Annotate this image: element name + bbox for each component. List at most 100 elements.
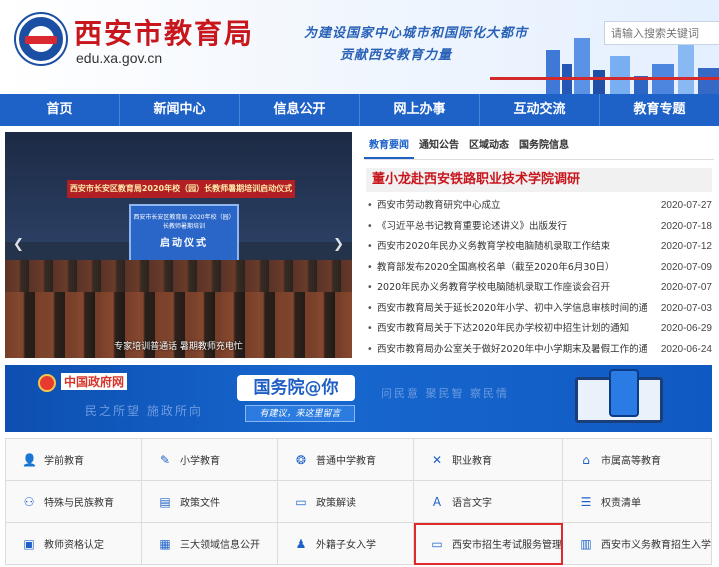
service-vocational[interactable]: ✕ 职业教育 xyxy=(414,439,563,481)
news-item[interactable]: 《习近平总书记教育重要论述讲义》出版发行 2020-07-18 xyxy=(364,217,714,238)
slide-caption[interactable]: 专家培训普通话 暑期教师充电忙 xyxy=(5,339,352,352)
news-tabs: 教育要闻 通知公告 区域动态 国务院信息 xyxy=(364,132,714,160)
nav-item-disclosure[interactable]: 信息公开 xyxy=(240,94,360,126)
news-date: 2020-07-07 xyxy=(660,282,712,293)
nav-item-home[interactable]: 首页 xyxy=(0,94,120,126)
phone-illustration-icon xyxy=(609,369,639,417)
stage-screen: 西安市长安区教育局 2020年校（园）长教师暑期培训 启动仪式 xyxy=(129,204,239,262)
nav-item-topics[interactable]: 教育专题 xyxy=(600,94,719,126)
news-date: 2020-07-12 xyxy=(660,241,712,252)
news-title[interactable]: 2020年民办义务教育学校电脑随机录取工作座谈会召开 xyxy=(377,278,647,299)
service-label: 政策文件 xyxy=(180,498,220,509)
service-higher-ed[interactable]: ⌂ 市属高等教育 xyxy=(563,439,712,481)
slide-prev-arrow-icon[interactable]: ❮ xyxy=(13,237,24,252)
tools-icon: ✕ xyxy=(431,452,443,467)
page: 西安市教育局 edu.xa.gov.cn 为建设国家中心城市和国际化大都市 贡献… xyxy=(0,0,719,567)
screen-text-2: 启动仪式 xyxy=(160,238,208,249)
slogan-line-1: 为建设国家中心城市和国际化大都市 xyxy=(304,26,529,41)
nav-item-online-service[interactable]: 网上办事 xyxy=(360,94,480,126)
gov-site-logo: 中国政府网 xyxy=(61,373,128,390)
service-language[interactable]: A 语言文字 xyxy=(414,481,563,523)
banner-left-tags: 民之所望 施政所向 xyxy=(85,404,203,418)
service-label: 西安市招生考试服务管理 xyxy=(452,540,562,551)
service-preschool[interactable]: 👤 学前教育 xyxy=(6,439,142,481)
news-title[interactable]: 西安市教育局关于延长2020年小学、初中入学信息审核时间的通知 xyxy=(377,299,647,320)
news-title[interactable]: 西安市2020年民办义务教育学校电脑随机录取工作结束 xyxy=(377,237,647,258)
stage-banner: 西安市长安区教育局2020年校（园）长教师暑期培训启动仪式 xyxy=(67,180,295,198)
service-primary[interactable]: ✎ 小学教育 xyxy=(142,439,278,481)
banner-main-title: 国务院@你 xyxy=(237,375,355,401)
tab-notices[interactable]: 通知公告 xyxy=(414,132,464,159)
service-teacher-cert[interactable]: ▣ 教师资格认定 xyxy=(6,523,142,565)
service-compulsory-enrollment[interactable]: ▥ 西安市义务教育招生入学 xyxy=(563,523,712,565)
service-responsibility-list[interactable]: ☰ 权责清单 xyxy=(563,481,712,523)
grid-icon: ▥ xyxy=(580,536,592,551)
service-label: 三大领域信息公开 xyxy=(180,540,260,551)
service-label: 语言文字 xyxy=(452,498,492,509)
tab-state-council[interactable]: 国务院信息 xyxy=(514,132,574,159)
service-secondary[interactable]: ❂ 普通中学教育 xyxy=(278,439,414,481)
service-exam-admin[interactable]: ▭ 西安市招生考试服务管理 xyxy=(414,523,563,565)
nav-item-interaction[interactable]: 互动交流 xyxy=(480,94,600,126)
main-nav: 首页 新闻中心 信息公开 网上办事 互动交流 教育专题 xyxy=(0,94,719,126)
news-date: 2020-07-09 xyxy=(660,261,712,273)
news-date: 2020-07-03 xyxy=(660,302,712,314)
news-panel: 教育要闻 通知公告 区域动态 国务院信息 董小龙赴西安铁路职业技术学院调研 西安… xyxy=(364,132,714,360)
service-label: 职业教育 xyxy=(452,456,492,467)
news-date: 2020-07-27 xyxy=(660,200,712,211)
service-label: 权责清单 xyxy=(601,498,641,509)
news-list: 西安市劳动教育研究中心成立 2020-07-27 《习近平总书记教育重要论述讲义》… xyxy=(364,196,714,360)
list-icon: ☰ xyxy=(580,494,592,509)
service-label: 外籍子女入学 xyxy=(316,540,376,551)
slide-next-arrow-icon[interactable]: ❯ xyxy=(333,237,344,252)
news-item[interactable]: 2020年民办义务教育学校电脑随机录取工作座谈会召开 2020-07-07 xyxy=(364,278,714,299)
nav-item-news[interactable]: 新闻中心 xyxy=(120,94,240,126)
service-label: 市属高等教育 xyxy=(601,456,661,467)
skyline-decoration xyxy=(593,70,605,94)
site-logo-icon[interactable] xyxy=(16,14,66,64)
service-three-areas[interactable]: ▦ 三大领域信息公开 xyxy=(142,523,278,565)
news-item[interactable]: 西安市劳动教育研究中心成立 2020-07-27 xyxy=(364,196,714,217)
service-foreign-children[interactable]: ♟ 外籍子女入学 xyxy=(278,523,414,565)
news-title[interactable]: 教育部发布2020全国高校名单（截至2020年6月30日） xyxy=(377,258,647,279)
news-item[interactable]: 教育部发布2020全国高校名单（截至2020年6月30日） 2020-07-09 xyxy=(364,258,714,279)
news-date: 2020-07-18 xyxy=(660,220,712,232)
book-icon: ❂ xyxy=(295,452,307,467)
state-council-banner[interactable]: 中国政府网 民之所望 施政所向 国务院@你 有建议，来这里留言 问民意 聚民智 … xyxy=(5,365,712,432)
news-title[interactable]: 西安市教育局办公室关于做好2020年中小学期末及暑假工作的通知 xyxy=(377,340,647,361)
tab-education-news[interactable]: 教育要闻 xyxy=(364,132,414,159)
site-title[interactable]: 西安市教育局 xyxy=(74,12,254,52)
photo-slideshow[interactable]: 西安市长安区教育局2020年校（园）长教师暑期培训启动仪式 西安市长安区教育局 … xyxy=(5,132,352,358)
id-card-icon: ▣ xyxy=(23,536,35,551)
service-policy-explain[interactable]: ▭ 政策解读 xyxy=(278,481,414,523)
news-item[interactable]: 西安市教育局关于延长2020年小学、初中入学信息审核时间的通知 2020-07-0… xyxy=(364,299,714,320)
user-icon: ♟ xyxy=(295,536,307,551)
service-label: 小学教育 xyxy=(180,456,220,467)
service-special-ethnic[interactable]: ⚇ 特殊与民族教育 xyxy=(6,481,142,523)
tab-regional[interactable]: 区域动态 xyxy=(464,132,514,159)
site-header: 西安市教育局 edu.xa.gov.cn 为建设国家中心城市和国际化大都市 贡献… xyxy=(0,0,719,94)
news-title[interactable]: 《习近平总书记教育重要论述讲义》出版发行 xyxy=(377,217,647,238)
search-input[interactable] xyxy=(604,21,719,45)
skyline-decoration xyxy=(698,68,719,94)
people-icon: ⚇ xyxy=(23,494,35,509)
service-label: 特殊与民族教育 xyxy=(44,498,114,509)
site-domain: edu.xa.gov.cn xyxy=(76,50,163,66)
pencil-icon: ✎ xyxy=(159,452,171,467)
monitor-icon: ▭ xyxy=(431,536,443,551)
doc-icon: ▦ xyxy=(159,536,171,551)
news-title[interactable]: 西安市劳动教育研究中心成立 xyxy=(377,196,647,217)
service-policy-docs[interactable]: ▤ 政策文件 xyxy=(142,481,278,523)
news-item[interactable]: 西安市2020年民办义务教育学校电脑随机录取工作结束 2020-07-12 xyxy=(364,237,714,258)
skyline-decoration xyxy=(546,50,560,94)
headline-link[interactable]: 董小龙赴西安铁路职业技术学院调研 xyxy=(366,168,712,192)
cap-icon: ⌂ xyxy=(582,452,590,467)
news-item[interactable]: 西安市教育局办公室关于做好2020年中小学期末及暑假工作的通知 2020-06-2… xyxy=(364,340,714,361)
service-label: 教师资格认定 xyxy=(44,540,104,551)
news-item[interactable]: 西安市教育局关于下达2020年民办学校初中招生计划的通知 2020-06-29 xyxy=(364,319,714,340)
skyline-decoration xyxy=(574,38,590,94)
logo-ribbon xyxy=(25,36,57,44)
news-title[interactable]: 西安市教育局关于下达2020年民办学校初中招生计划的通知 xyxy=(377,319,647,340)
service-label: 学前教育 xyxy=(44,456,84,467)
screen-text-1: 西安市长安区教育局 2020年校（园）长教师暑期培训 xyxy=(133,214,235,230)
